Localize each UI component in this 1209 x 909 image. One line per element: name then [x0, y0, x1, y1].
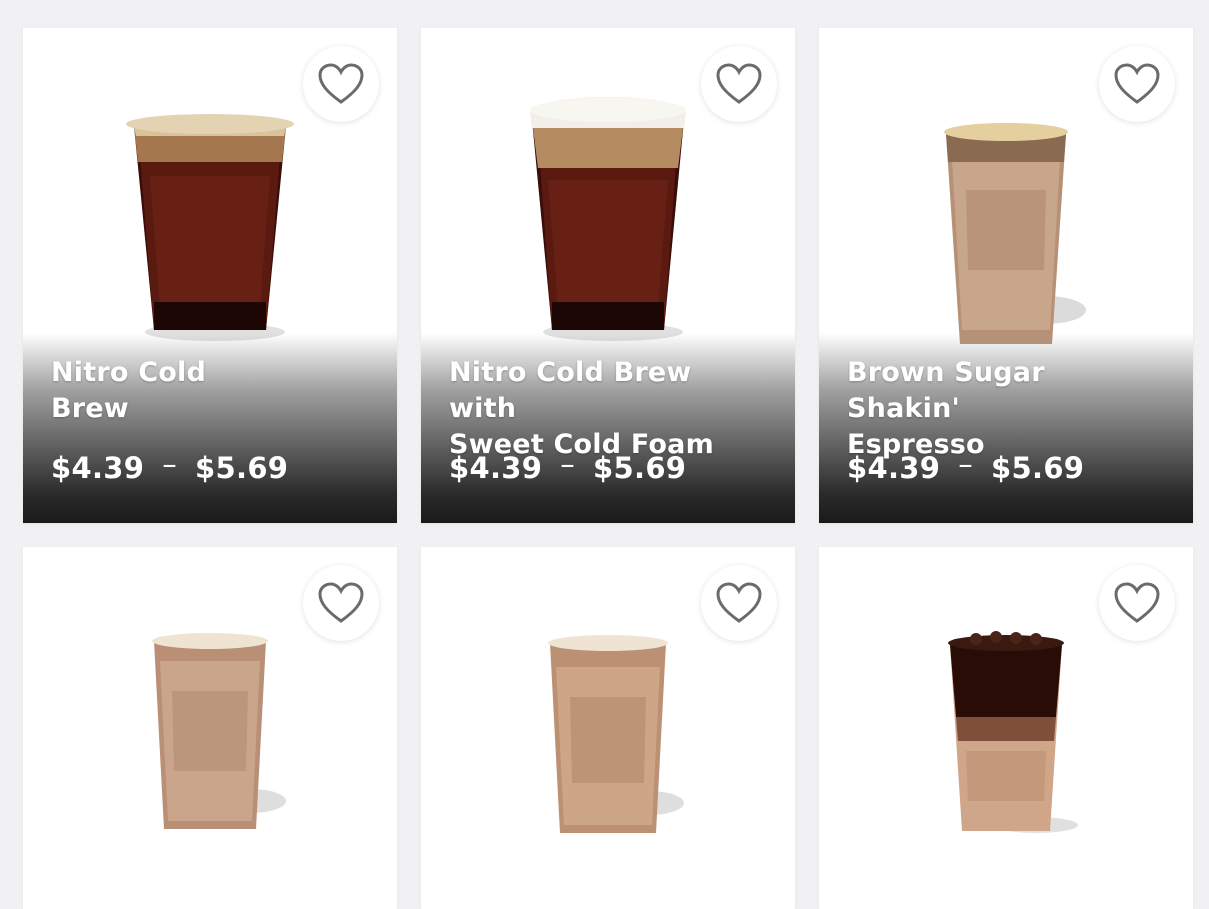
product-card[interactable]: Nitro Cold Brew $4.39– $5.69	[23, 28, 397, 523]
favorite-button[interactable]	[1099, 46, 1175, 122]
price-low: $4.39	[51, 451, 145, 485]
heart-outline-icon	[716, 63, 762, 104]
favorite-button[interactable]	[303, 565, 379, 641]
product-info-overlay: Brown Sugar Shakin' Espresso $4.39– $5.69	[819, 333, 1193, 523]
heart-outline-icon	[318, 63, 364, 104]
price-separator: –	[560, 447, 576, 481]
drink-image	[948, 631, 1078, 833]
heart-outline-icon	[318, 582, 364, 623]
price-range: $4.39– $5.69	[51, 447, 289, 485]
product-card[interactable]	[819, 547, 1193, 909]
favorite-button[interactable]	[1099, 565, 1175, 641]
drink-image	[944, 123, 1086, 344]
drink-image	[548, 635, 684, 833]
product-card[interactable]: Nitro Cold Brew with Sweet Cold Foam $4.…	[421, 28, 795, 523]
price-range: $4.39– $5.69	[847, 447, 1085, 485]
product-info-overlay: Nitro Cold Brew with Sweet Cold Foam $4.…	[421, 333, 795, 523]
product-grid: Nitro Cold Brew $4.39– $5.69 Nitro Cold …	[0, 0, 1209, 909]
heart-outline-icon	[1114, 582, 1160, 623]
product-card[interactable]: Brown Sugar Shakin' Espresso $4.39– $5.69	[819, 28, 1193, 523]
heart-outline-icon	[716, 582, 762, 623]
drink-image	[530, 97, 686, 341]
favorite-button[interactable]	[303, 46, 379, 122]
price-low: $4.39	[449, 451, 543, 485]
favorite-button[interactable]	[701, 565, 777, 641]
price-separator: –	[162, 447, 178, 481]
price-high: $5.69	[991, 451, 1085, 485]
product-name: Nitro Cold Brew with Sweet Cold Foam	[449, 357, 714, 460]
price-low: $4.39	[847, 451, 941, 485]
drink-image	[126, 114, 294, 341]
product-card[interactable]	[23, 547, 397, 909]
product-name: Brown Sugar Shakin' Espresso	[847, 357, 1045, 460]
favorite-button[interactable]	[701, 46, 777, 122]
heart-outline-icon	[1114, 63, 1160, 104]
product-name: Nitro Cold Brew	[51, 357, 206, 424]
product-card[interactable]	[421, 547, 795, 909]
price-separator: –	[958, 447, 974, 481]
product-info-overlay: Nitro Cold Brew $4.39– $5.69	[23, 333, 397, 523]
price-high: $5.69	[593, 451, 687, 485]
price-range: $4.39– $5.69	[449, 447, 687, 485]
price-high: $5.69	[195, 451, 289, 485]
drink-image	[152, 633, 286, 829]
